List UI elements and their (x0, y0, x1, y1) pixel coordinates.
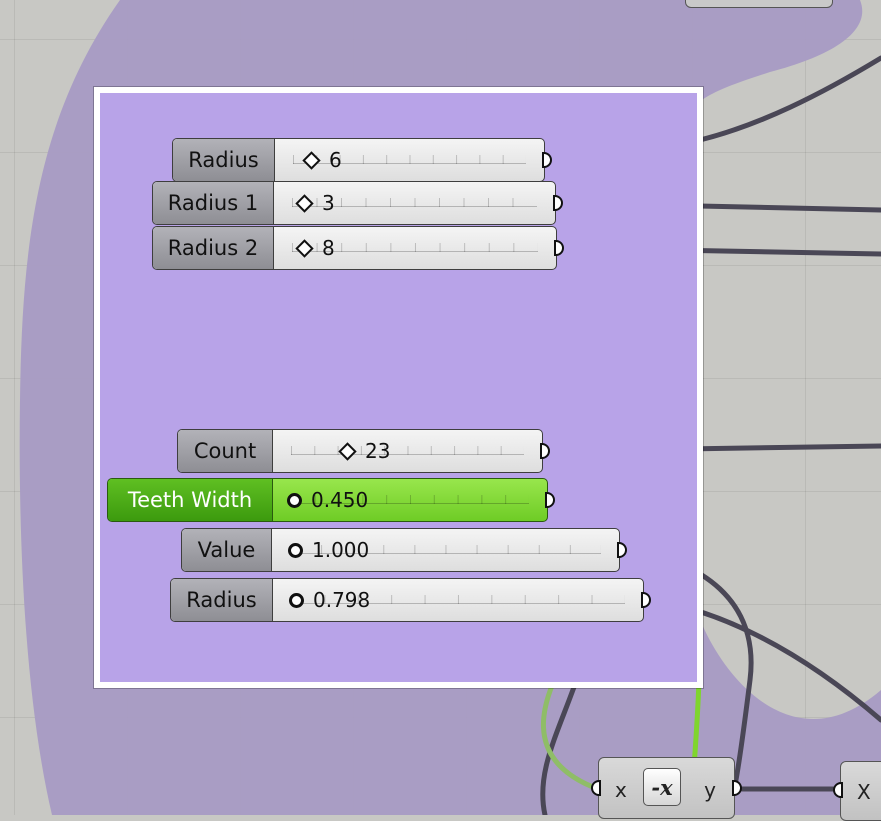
output-label-y: y (704, 778, 716, 802)
diamond-marker-icon[interactable] (302, 150, 321, 170)
next-component[interactable]: X (833, 761, 881, 821)
slider-track[interactable]: 6 (275, 139, 544, 181)
slider-track[interactable]: 0.798 (273, 579, 643, 621)
circle-marker-icon[interactable] (289, 592, 304, 608)
input-port[interactable] (833, 782, 843, 798)
slider-value: 8 (322, 236, 335, 260)
slider-value: 23 (365, 439, 391, 463)
diamond-marker-icon[interactable] (338, 441, 357, 461)
slider-radius-2[interactable]: Radius 2 8 (152, 226, 564, 270)
slider-value: 0.798 (313, 588, 371, 612)
slider-label: Radius (171, 579, 273, 621)
slider-count[interactable]: Count 23 (177, 429, 550, 473)
slider-value[interactable]: Value 1.000 (181, 528, 627, 572)
slider-value-wrap: 0.798 (289, 579, 370, 621)
negative-x-icon: -x (643, 768, 681, 806)
slider-radius-1[interactable]: Radius 1 3 (152, 181, 563, 225)
slider-value-wrap: 8 (295, 227, 335, 269)
input-label-x: X (857, 780, 871, 804)
slider-value-wrap: 23 (338, 430, 391, 472)
slider-value: 6 (329, 148, 342, 172)
slider-label: Radius 1 (153, 182, 274, 224)
slider-value: 3 (322, 191, 335, 215)
slider-value-wrap: 6 (302, 139, 342, 181)
slider-value-wrap: 1.000 (288, 529, 369, 571)
slider-track[interactable]: 8 (274, 227, 556, 269)
slider-label: Count (178, 430, 273, 472)
grasshopper-canvas[interactable]: Radius 6 Radius 1 3 Radius 2 8 Count 23 … (0, 0, 881, 821)
slider-radius-b[interactable]: Radius 0.798 (170, 578, 651, 622)
slider-track[interactable]: 1.000 (272, 529, 619, 571)
slider-label: Radius 2 (153, 227, 274, 269)
circle-marker-icon[interactable] (288, 542, 303, 558)
diamond-marker-icon[interactable] (295, 238, 314, 258)
slider-value: 0.450 (311, 488, 369, 512)
partial-component-top[interactable] (685, 0, 833, 8)
slider-label: Teeth Width (108, 479, 273, 521)
negative-component[interactable]: x -x y (591, 757, 742, 819)
slider-track[interactable]: 3 (274, 182, 555, 224)
slider-teeth-width[interactable]: Teeth Width 0.450 (107, 478, 555, 522)
slider-ticks (291, 442, 524, 455)
slider-track[interactable]: 23 (273, 430, 542, 472)
input-port[interactable] (591, 780, 601, 796)
slider-value: 1.000 (312, 538, 370, 562)
slider-value-wrap: 3 (295, 182, 335, 224)
slider-value-wrap: 0.450 (287, 479, 368, 521)
slider-radius[interactable]: Radius 6 (172, 138, 552, 182)
slider-track[interactable]: 0.450 (273, 479, 547, 521)
slider-label: Radius (173, 139, 275, 181)
slider-label: Value (182, 529, 272, 571)
diamond-marker-icon[interactable] (295, 193, 314, 213)
circle-marker-icon[interactable] (287, 492, 302, 508)
input-label-x: x (615, 778, 627, 802)
